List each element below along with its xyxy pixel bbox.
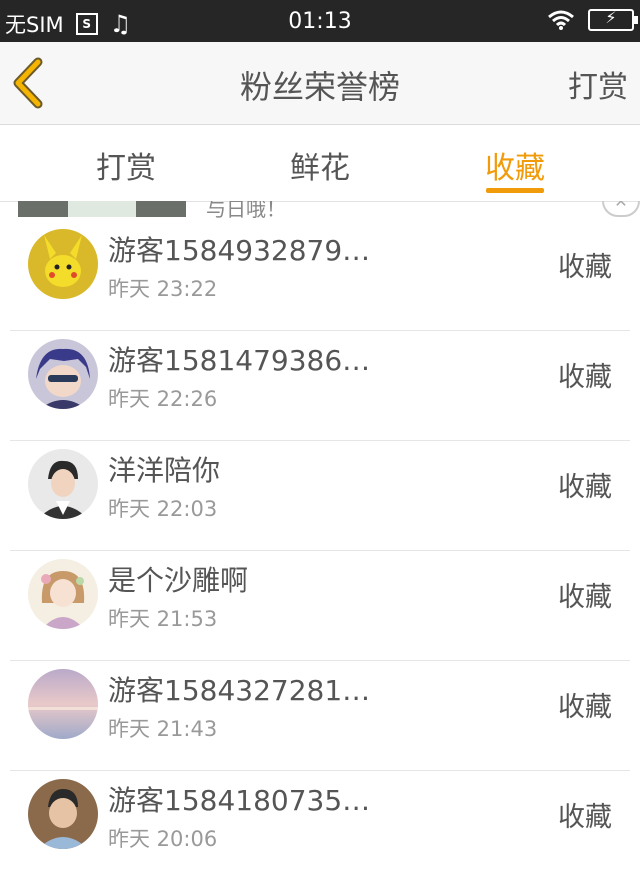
list-item[interactable]: 游客1581479386… 昨天 22:26 收藏 xyxy=(0,331,640,441)
user-name: 是个沙雕啊 xyxy=(108,564,249,597)
user-name: 游客1584932879… xyxy=(108,234,371,267)
list-item[interactable]: 游客1584180735… 昨天 20:06 收藏 xyxy=(0,771,640,881)
tab-favorites[interactable]: 收藏 xyxy=(415,143,615,187)
tab-flowers[interactable]: 鲜花 xyxy=(220,143,420,187)
favorite-label: 收藏 xyxy=(558,582,612,613)
user-name: 洋洋陪你 xyxy=(108,454,221,487)
timestamp: 昨天 22:03 xyxy=(108,497,218,521)
ad-banner[interactable]: 与日哦！ ✕ xyxy=(0,201,640,221)
banner-text: 与日哦！ xyxy=(206,201,286,221)
tab-reward[interactable]: 打赏 xyxy=(26,143,226,187)
user-name: 游客1584180735… xyxy=(108,784,371,817)
page-title: 粉丝荣誉榜 xyxy=(239,68,400,106)
favorite-label: 收藏 xyxy=(558,472,612,503)
battery-charging-icon: ⚡ xyxy=(588,8,638,31)
list-item[interactable]: 游客1584327281… 昨天 21:43 收藏 xyxy=(0,661,640,771)
nav-bar: 粉丝荣誉榜 打赏 xyxy=(0,42,640,125)
favorite-label: 收藏 xyxy=(558,692,612,723)
tab-bar: 打赏 鲜花 收藏 xyxy=(0,125,640,202)
reward-button[interactable]: 打赏 xyxy=(568,62,628,106)
timestamp: 昨天 20:06 xyxy=(108,827,218,851)
avatar[interactable] xyxy=(28,229,98,299)
favorite-label: 收藏 xyxy=(558,802,612,833)
status-time: 01:13 xyxy=(288,9,352,34)
fan-list: 游客1584932879… 昨天 23:22 收藏 游客1581479386… … xyxy=(0,221,640,881)
avatar[interactable] xyxy=(28,779,98,849)
avatar[interactable] xyxy=(28,559,98,629)
user-name: 游客1581479386… xyxy=(108,344,371,377)
user-name: 游客1584327281… xyxy=(108,674,371,707)
timestamp: 昨天 21:43 xyxy=(108,717,218,741)
charging-bolt-icon: ⚡ xyxy=(605,8,617,27)
timestamp: 昨天 22:26 xyxy=(108,387,218,411)
status-bar: 无SIM S ♫ 01:13 ⚡ xyxy=(0,0,640,42)
list-item[interactable]: 游客1584932879… 昨天 23:22 收藏 xyxy=(0,221,640,331)
active-tab-indicator xyxy=(486,188,544,193)
avatar[interactable] xyxy=(28,339,98,409)
banner-image-highlight xyxy=(68,201,136,217)
favorite-label: 收藏 xyxy=(558,252,612,283)
favorite-label: 收藏 xyxy=(558,362,612,393)
avatar[interactable] xyxy=(28,449,98,519)
wifi-icon xyxy=(548,10,574,30)
list-item[interactable]: 是个沙雕啊 昨天 21:53 收藏 xyxy=(0,551,640,661)
timestamp: 昨天 23:22 xyxy=(108,277,218,301)
avatar[interactable] xyxy=(28,669,98,739)
timestamp: 昨天 21:53 xyxy=(108,607,218,631)
status-right: ⚡ xyxy=(548,8,638,31)
close-icon[interactable]: ✕ xyxy=(602,201,640,217)
list-item[interactable]: 洋洋陪你 昨天 22:03 收藏 xyxy=(0,441,640,551)
